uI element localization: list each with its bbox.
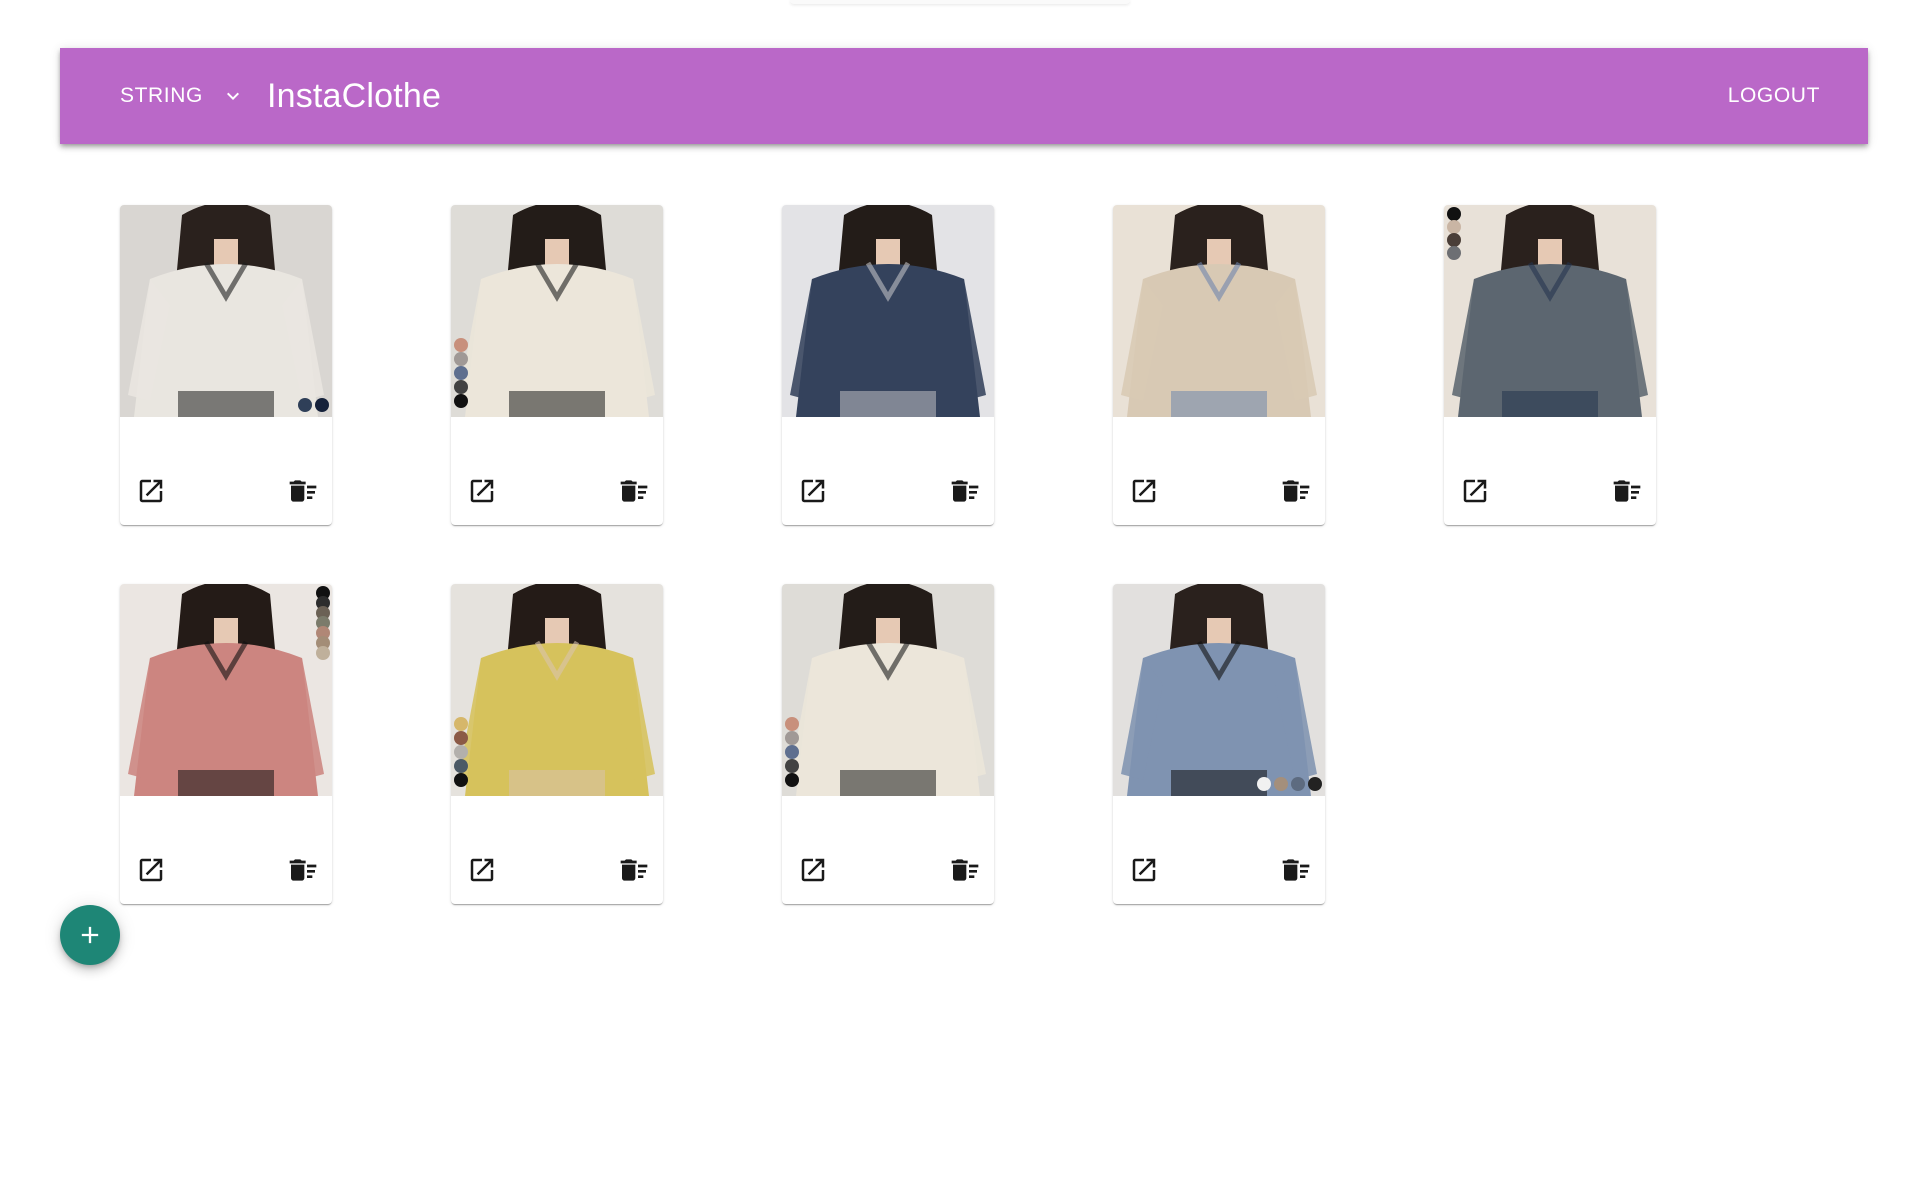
card-actions [1113, 457, 1325, 525]
chevron-down-icon [226, 92, 239, 100]
edit-item-button[interactable] [1127, 474, 1161, 508]
open-in-new-icon [470, 479, 494, 503]
add-item-button[interactable] [60, 905, 120, 965]
open-in-new-icon [801, 858, 825, 882]
open-in-new-icon [139, 858, 163, 882]
delete-item-button[interactable] [286, 853, 320, 887]
open-in-new-icon [470, 858, 494, 882]
delete-item-button[interactable] [617, 853, 651, 887]
clothing-photo [1113, 584, 1325, 796]
delete-sweep-icon [951, 859, 979, 881]
delete-sweep-icon [620, 859, 648, 881]
clothing-card [1113, 584, 1325, 904]
clothing-card [451, 205, 663, 525]
delete-sweep-icon [289, 859, 317, 881]
delete-sweep-icon [951, 480, 979, 502]
open-in-new-icon [1463, 479, 1487, 503]
clothing-photo [120, 205, 332, 417]
open-in-new-icon [1132, 858, 1156, 882]
app-bar: STRING InstaClothe LOGOUT [60, 48, 1868, 144]
delete-item-button[interactable] [1610, 474, 1644, 508]
delete-sweep-icon [1613, 480, 1641, 502]
edit-item-button[interactable] [465, 853, 499, 887]
card-actions [782, 836, 994, 904]
clothing-gallery [120, 205, 1656, 904]
user-menu[interactable]: STRING [120, 72, 245, 120]
clothing-card [1113, 205, 1325, 525]
clothing-card [120, 205, 332, 525]
top-edge-shadow [790, 0, 1130, 4]
delete-sweep-icon [620, 480, 648, 502]
clothing-photo [782, 584, 994, 796]
delete-item-button[interactable] [617, 474, 651, 508]
card-actions [120, 836, 332, 904]
card-actions [782, 457, 994, 525]
clothing-photo [120, 584, 332, 796]
clothing-photo [1444, 205, 1656, 417]
clothing-card [782, 584, 994, 904]
edit-item-button[interactable] [134, 474, 168, 508]
delete-item-button[interactable] [286, 474, 320, 508]
clothing-card [120, 584, 332, 904]
clothing-photo [1113, 205, 1325, 417]
edit-item-button[interactable] [796, 474, 830, 508]
delete-item-button[interactable] [1279, 474, 1313, 508]
edit-item-button[interactable] [465, 474, 499, 508]
edit-item-button[interactable] [134, 853, 168, 887]
delete-item-button[interactable] [948, 474, 982, 508]
card-actions [1113, 836, 1325, 904]
open-in-new-icon [801, 479, 825, 503]
card-actions [120, 457, 332, 525]
clothing-photo [451, 584, 663, 796]
clothing-photo [782, 205, 994, 417]
card-actions [451, 836, 663, 904]
edit-item-button[interactable] [1458, 474, 1492, 508]
open-in-new-icon [1132, 479, 1156, 503]
clothing-card [1444, 205, 1656, 525]
app-title: InstaClothe [266, 76, 442, 115]
card-actions [1444, 457, 1656, 525]
logout-button[interactable]: LOGOUT [1728, 76, 1820, 116]
delete-item-button[interactable] [1279, 853, 1313, 887]
plus-icon [81, 926, 99, 944]
clothing-photo [451, 205, 663, 417]
user-menu-label: STRING [120, 84, 203, 107]
delete-sweep-icon [1282, 859, 1310, 881]
delete-sweep-icon [289, 480, 317, 502]
edit-item-button[interactable] [1127, 853, 1161, 887]
card-actions [451, 457, 663, 525]
edit-item-button[interactable] [796, 853, 830, 887]
delete-item-button[interactable] [948, 853, 982, 887]
clothing-card [451, 584, 663, 904]
delete-sweep-icon [1282, 480, 1310, 502]
clothing-card [782, 205, 994, 525]
open-in-new-icon [139, 479, 163, 503]
